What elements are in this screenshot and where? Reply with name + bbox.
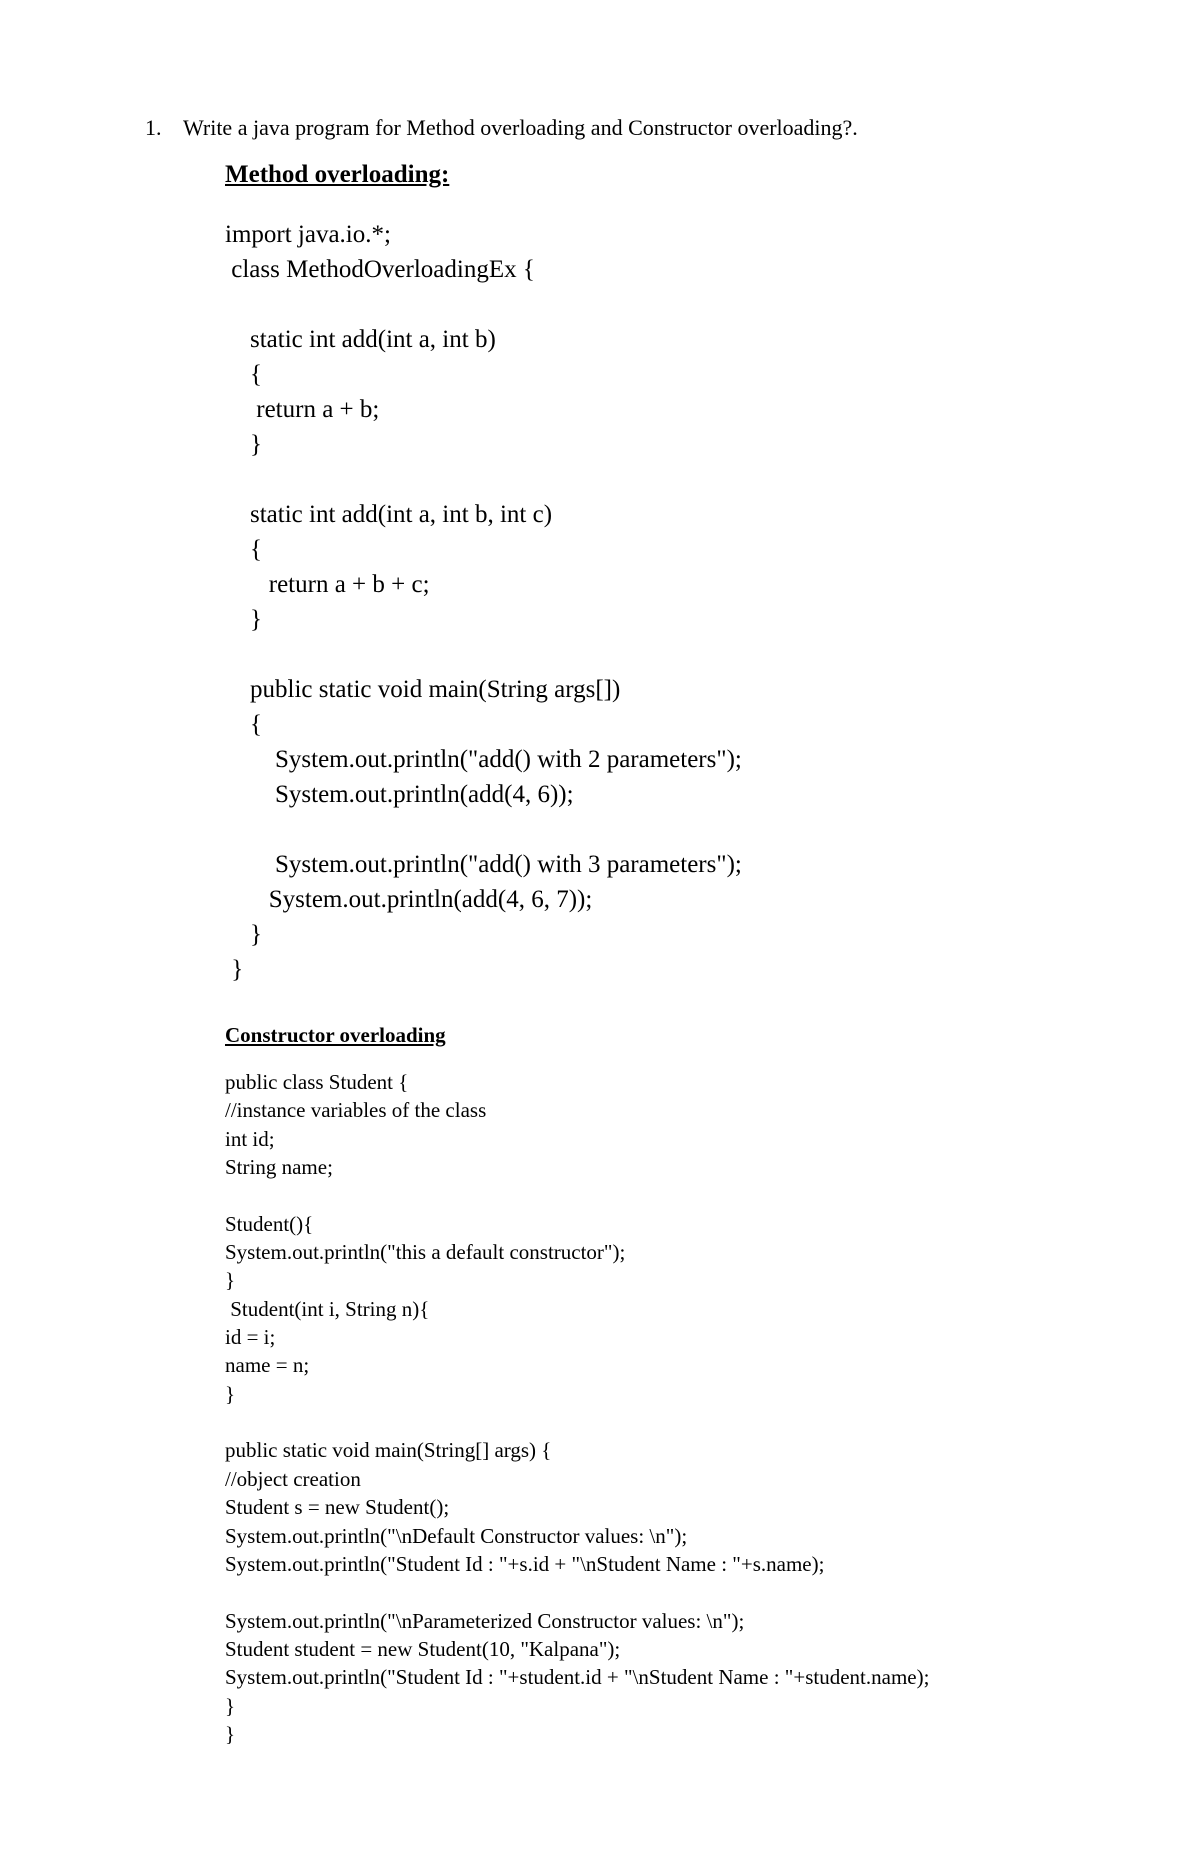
code-method-overloading: import java.io.*; class MethodOverloadin… (225, 217, 1080, 987)
section-heading-constructor-overloading: Constructor overloading (225, 1023, 1080, 1048)
code-constructor-overloading: public class Student { //instance variab… (225, 1068, 1080, 1748)
content-block: Method overloading: import java.io.*; cl… (225, 161, 1080, 1748)
question-number: 1. (145, 115, 165, 141)
section-heading-method-overloading: Method overloading: (225, 161, 1080, 189)
question-row: 1. Write a java program for Method overl… (145, 115, 1080, 141)
document-page: 1. Write a java program for Method overl… (0, 0, 1200, 1868)
question-text: Write a java program for Method overload… (183, 115, 858, 141)
